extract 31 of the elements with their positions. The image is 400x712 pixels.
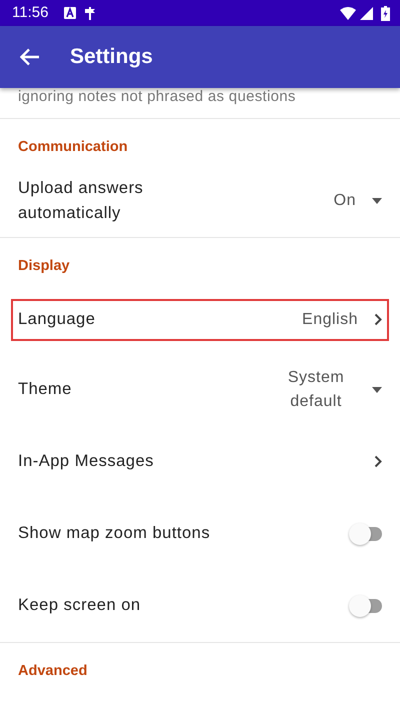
setting-label: Show map zoom buttons: [18, 523, 210, 544]
setting-row[interactable]: In-App Messages: [0, 426, 400, 498]
chevron-right-icon: [374, 455, 382, 468]
back-icon[interactable]: [20, 48, 40, 66]
setting-row[interactable]: Keep screen on: [0, 570, 400, 642]
signal-icon: [360, 6, 373, 20]
chevron-right-icon: [374, 313, 382, 326]
section-header: Advanced: [17, 662, 88, 680]
setting-label: Upload answers automatically: [18, 178, 144, 224]
setting-value: System default: [286, 368, 346, 412]
wifi-icon: [340, 6, 356, 20]
setting-row[interactable]: Show map zoom buttons: [0, 498, 400, 570]
setting-label: Language: [18, 309, 96, 330]
setting-value: English: [302, 310, 358, 330]
battery-icon: [381, 6, 390, 20]
screen-title: Settings: [70, 44, 153, 70]
dropdown-arrow-icon: [372, 386, 382, 392]
section-header: Communication: [17, 138, 129, 157]
setting-label: Theme: [18, 379, 72, 400]
notification-icon: [64, 7, 76, 19]
setting-row[interactable]: Theme System default: [0, 354, 400, 426]
section-header: Display: [17, 256, 71, 276]
clock-time: 11:56: [12, 2, 48, 23]
setting-label: In-App Messages: [18, 451, 154, 472]
setting-row[interactable]: Upload answers automatically On: [0, 164, 400, 237]
setting-row[interactable]: Language English: [4, 292, 396, 348]
signpost-icon: [84, 6, 96, 20]
dropdown-arrow-icon: [372, 198, 382, 204]
setting-label: Keep screen on: [18, 595, 141, 616]
setting-description: ignoring notes not phrased as questions: [17, 88, 297, 107]
setting-value: On: [334, 190, 356, 211]
